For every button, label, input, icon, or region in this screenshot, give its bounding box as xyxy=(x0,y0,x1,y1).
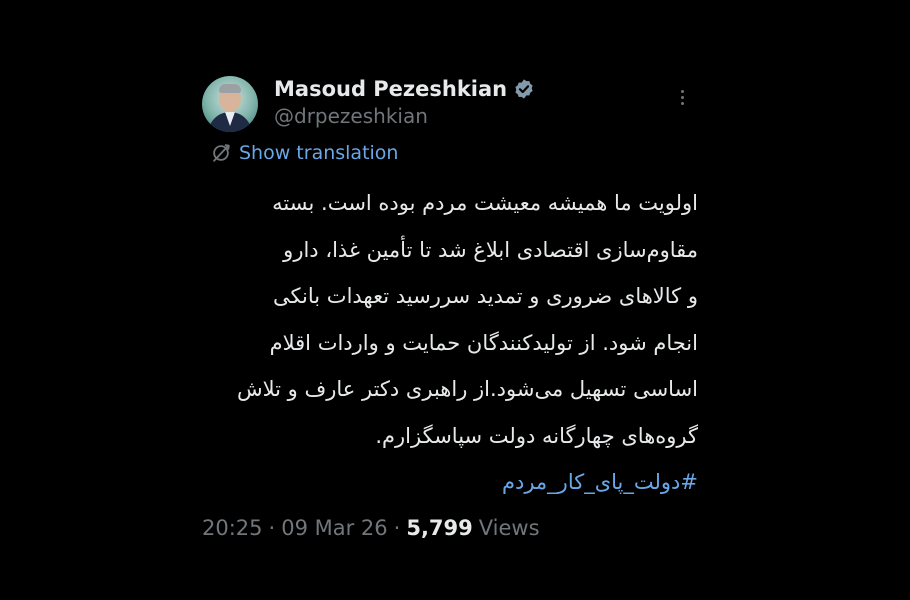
tweet-time[interactable]: 20:25 xyxy=(202,516,263,540)
more-options-icon[interactable] xyxy=(672,88,692,110)
translate-icon xyxy=(213,144,230,162)
author-name-row: Masoud Pezeshkian xyxy=(274,74,535,104)
tweet-card: Masoud Pezeshkian @drpezeshkian Show tra… xyxy=(200,70,700,550)
tweet-body: اولویت ما همیشه معیشت مردم بوده است. بست… xyxy=(200,180,698,506)
meta-separator: · xyxy=(393,516,401,540)
tweet-body-line: اساسی تسهیل می‌شود.از راهبری دکتر عارف و… xyxy=(236,377,698,401)
views-count: 5,799 xyxy=(406,516,473,540)
avatar[interactable] xyxy=(202,76,258,132)
tweet-body-line: گروه‌های چهارگانه دولت سپاسگزارم. xyxy=(375,423,698,448)
views-label: Views xyxy=(478,516,540,540)
tweet-body-line: اولویت ما همیشه معیشت مردم بوده است. بست… xyxy=(272,191,698,215)
show-translation-link[interactable]: Show translation xyxy=(210,142,398,164)
author-handle[interactable]: @drpezeshkian xyxy=(274,104,428,128)
hashtag-link[interactable]: #دولت_پای_کار_مردم xyxy=(200,459,698,506)
meta-separator: · xyxy=(268,516,276,540)
verified-badge-icon xyxy=(515,79,533,99)
tweet-body-line: انجام شود. از تولیدکنندگان حمایت و واردا… xyxy=(269,330,698,355)
tweet-body-line: و کالاهای ضروری و تمدید سررسید تعهدات با… xyxy=(272,284,698,308)
tweet-metadata: 20:25 · 09 Mar 26 · 5,799 Views xyxy=(202,516,540,540)
tweet-body-line: مقاوم‌سازی اقتصادی ابلاغ شد تا تأمین غذا… xyxy=(283,237,698,262)
tweet-date[interactable]: 09 Mar 26 xyxy=(281,516,387,540)
avatar-hair xyxy=(219,84,241,93)
author-name[interactable]: Masoud Pezeshkian xyxy=(274,77,507,101)
show-translation-label: Show translation xyxy=(239,142,399,164)
